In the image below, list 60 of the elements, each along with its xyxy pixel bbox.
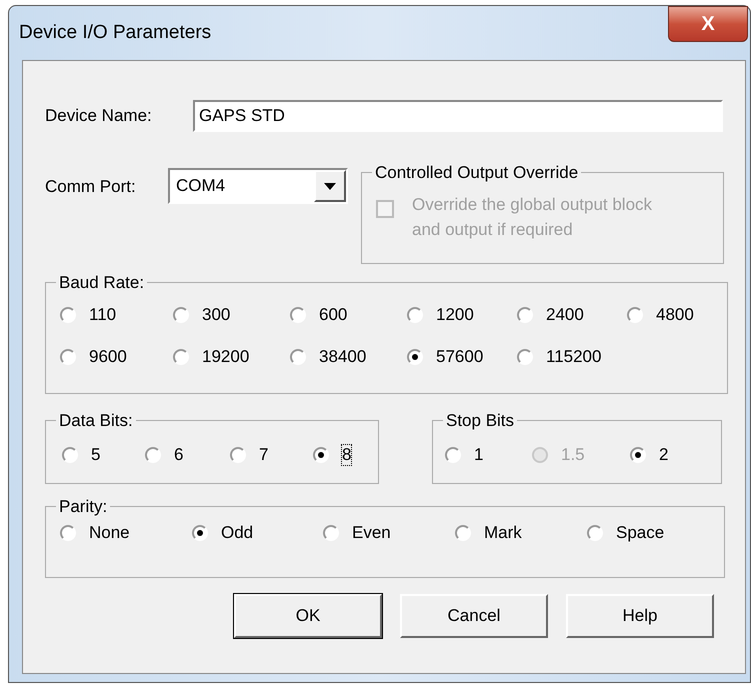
radio-label: 6 [173, 444, 184, 466]
radio-button[interactable] [455, 524, 471, 540]
radio-button[interactable] [407, 348, 423, 364]
group-title: Controlled Output Override [374, 162, 580, 184]
radio-button[interactable] [62, 446, 78, 462]
radio-label: 115200 [545, 346, 602, 368]
radio-label: 2 [658, 444, 670, 466]
radio-button[interactable] [587, 524, 603, 540]
radio-label: 2400 [545, 304, 585, 326]
radio-button[interactable] [323, 524, 339, 540]
radio-button[interactable] [173, 306, 189, 322]
group-title: Data Bits: [58, 410, 134, 432]
radio-button[interactable] [60, 348, 76, 364]
group-title: Stop Bits [445, 410, 516, 432]
radio-label: 8 [341, 444, 352, 466]
radio-label: 19200 [201, 346, 250, 368]
radio-button[interactable] [407, 306, 423, 322]
radio-label: Even [351, 522, 392, 544]
radio-button[interactable] [627, 306, 643, 322]
radio-button[interactable] [517, 306, 533, 322]
device-name-field[interactable]: GAPS STD [193, 100, 723, 132]
radio-label: 4800 [655, 304, 695, 326]
radio-button[interactable] [290, 306, 306, 322]
radio-button[interactable] [192, 524, 208, 540]
radio-label: 110 [88, 304, 118, 326]
close-button[interactable]: X [668, 6, 748, 42]
window-title: Device I/O Parameters [19, 20, 212, 45]
group-title: Baud Rate: [58, 272, 146, 294]
dialog-button[interactable]: Help [566, 594, 714, 638]
comm-port-dropdown[interactable]: COM4 [168, 168, 348, 204]
radio-label: Mark [483, 522, 523, 544]
radio-button[interactable] [230, 446, 246, 462]
group-title: Parity: [58, 496, 108, 518]
radio-button[interactable] [145, 446, 161, 462]
radio-label: 1 [473, 444, 484, 466]
radio-label: None [88, 522, 131, 544]
radio-label: 38400 [318, 346, 368, 368]
radio-button[interactable] [313, 446, 329, 462]
radio-button[interactable] [445, 446, 461, 462]
radio-label: Space [615, 522, 666, 544]
field-label: Comm Port: [45, 176, 137, 198]
radio-label: 9600 [88, 346, 128, 368]
radio-label: 5 [90, 444, 102, 466]
field-label: Device Name: [45, 105, 153, 128]
radio-button[interactable] [60, 306, 76, 322]
radio-button[interactable] [173, 348, 189, 364]
radio-label: 7 [258, 444, 270, 466]
radio-button[interactable] [290, 348, 306, 364]
checkbox-label: Override the global output block and output if required [412, 194, 654, 240]
radio-button[interactable] [517, 348, 533, 364]
dialog-button[interactable]: OK [234, 594, 382, 638]
radio-label: 300 [201, 304, 232, 326]
radio-label: 600 [318, 304, 348, 326]
radio-label: 1.5 [560, 444, 586, 466]
radio-label: Odd [220, 522, 254, 544]
radio-label: 57600 [435, 346, 484, 368]
radio-button[interactable] [60, 524, 76, 540]
dialog-button[interactable]: Cancel [400, 594, 548, 638]
radio-label: 1200 [435, 304, 475, 326]
radio-button[interactable] [630, 446, 646, 462]
